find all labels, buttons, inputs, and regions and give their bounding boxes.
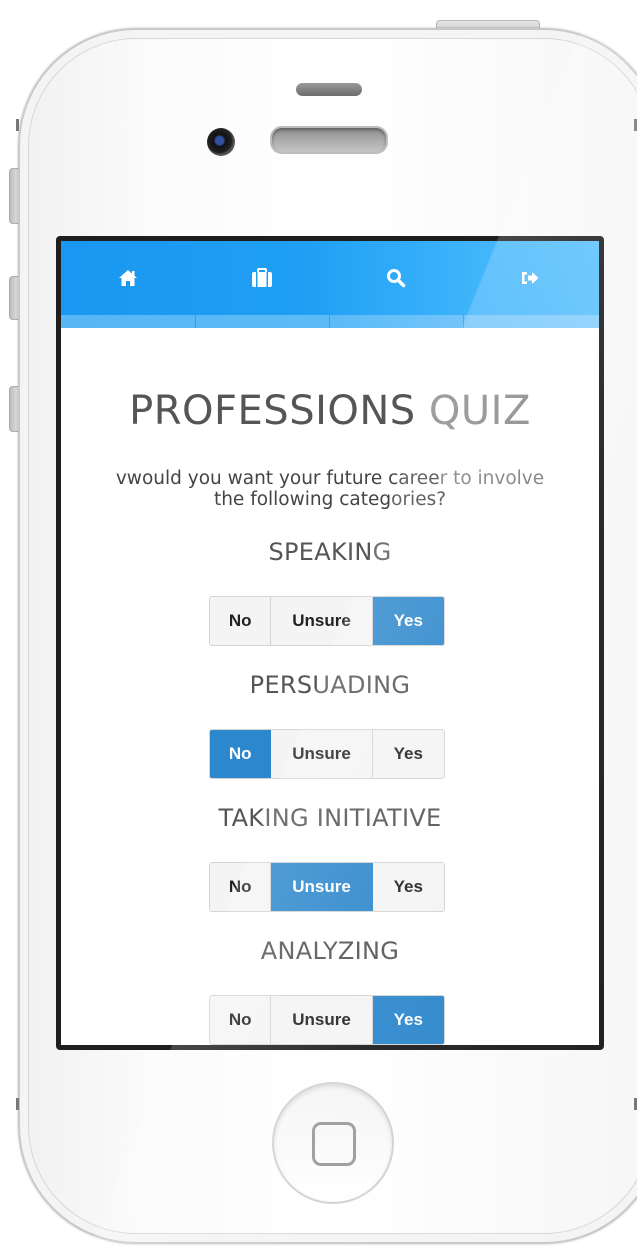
top-navbar: [61, 241, 599, 328]
home-icon: [119, 270, 137, 286]
nav-divider: [463, 315, 464, 328]
option-unsure-button[interactable]: Unsure: [271, 730, 373, 778]
answer-group-analyzing: No Unsure Yes: [209, 995, 445, 1045]
front-camera-icon: [207, 128, 235, 156]
option-no-button[interactable]: No: [210, 863, 272, 911]
option-no-button[interactable]: No: [210, 730, 272, 778]
nav-divider: [195, 315, 196, 328]
quiz-content: PROFESSIONS QUIZ vwould you want your fu…: [61, 328, 599, 1045]
category-label-analyzing: ANALYZING: [260, 937, 400, 965]
option-yes-button[interactable]: Yes: [372, 996, 444, 1044]
category-label-taking-initiative: TAKING INITIATIVE: [218, 804, 442, 832]
navbar-underline: [61, 315, 599, 328]
intro-text: vwould you want your future caree: [115, 468, 440, 489]
nav-home[interactable]: [61, 241, 195, 315]
answer-group-taking-initiative: No Unsure Yes: [209, 862, 445, 912]
intro-line-1: vwould you want your future career to in…: [61, 468, 599, 489]
option-yes-button[interactable]: Yes: [372, 863, 444, 911]
option-no-button[interactable]: No: [210, 597, 272, 645]
page-title-light: QUIZ: [428, 388, 531, 434]
page-title-main: PROFESSIONS: [129, 388, 416, 434]
nav-search[interactable]: [329, 241, 463, 315]
briefcase-icon: [252, 268, 272, 287]
quiz-intro: vwould you want your future career to in…: [61, 468, 599, 510]
category-label-speaking: SPEAKING: [268, 538, 392, 566]
nav-divider: [329, 315, 330, 328]
antenna-band: [16, 119, 19, 131]
option-yes-button[interactable]: Yes: [372, 730, 444, 778]
home-button[interactable]: [272, 1082, 394, 1204]
answer-group-speaking: No Unsure Yes: [209, 596, 445, 646]
option-no-button[interactable]: No: [210, 996, 272, 1044]
home-square-icon: [312, 1122, 356, 1166]
intro-text-faded: r to involve: [439, 468, 545, 489]
earpiece-speaker: [270, 126, 388, 154]
nav-briefcase[interactable]: [195, 241, 329, 315]
category-label-persuading: PERSUADING: [249, 671, 411, 699]
nav-sign-out[interactable]: [463, 241, 597, 315]
page-title: PROFESSIONS QUIZ: [61, 388, 599, 434]
option-unsure-button[interactable]: Unsure: [271, 597, 373, 645]
device-mockup: PROFESSIONS QUIZ vwould you want your fu…: [0, 0, 637, 1247]
search-icon: [387, 269, 406, 288]
antenna-band: [16, 1098, 19, 1110]
intro-line-2: the following categories?: [213, 489, 447, 510]
phone-screen: PROFESSIONS QUIZ vwould you want your fu…: [56, 236, 604, 1050]
option-yes-button[interactable]: Yes: [372, 597, 444, 645]
option-unsure-button[interactable]: Unsure: [271, 996, 373, 1044]
option-unsure-button[interactable]: Unsure: [271, 863, 373, 911]
answer-group-persuading: No Unsure Yes: [209, 729, 445, 779]
proximity-sensor: [296, 83, 362, 96]
sign-out-icon: [522, 272, 539, 284]
